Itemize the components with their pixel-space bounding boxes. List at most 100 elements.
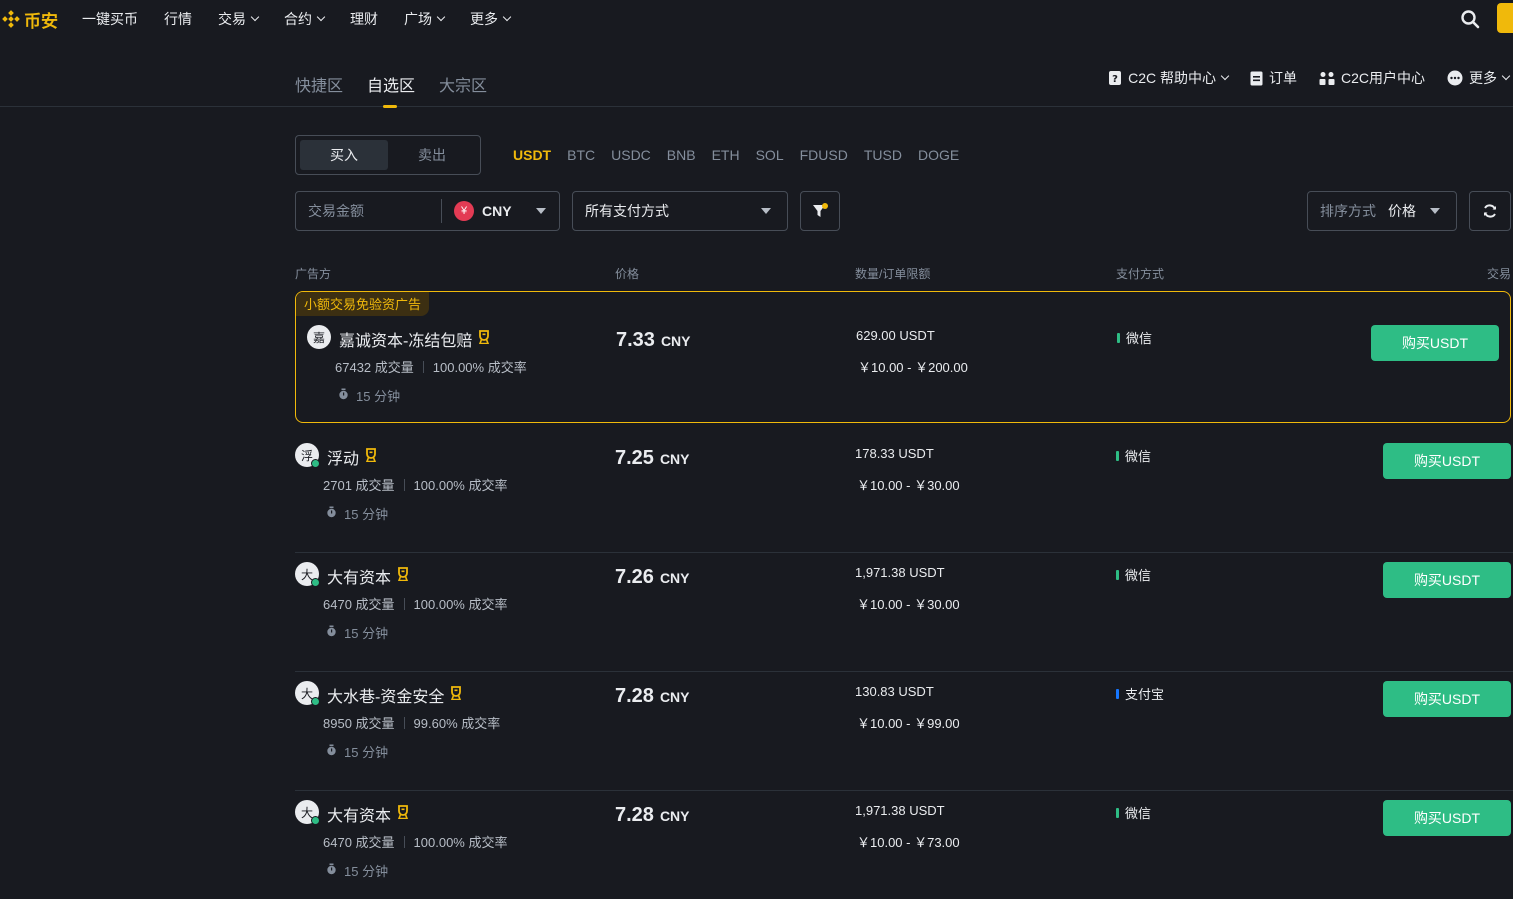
nav-item-1[interactable]: 行情 — [164, 9, 192, 29]
main-nav: 一键买币 行情 交易 合约 理财 广场 更多 — [82, 9, 536, 29]
currency-select[interactable]: ¥ CNY — [454, 201, 546, 221]
price-currency: CNY — [659, 689, 690, 705]
order-count: 67432 成交量 — [335, 360, 414, 375]
avatar[interactable]: 嘉 — [307, 325, 331, 349]
online-status-dot — [311, 816, 320, 825]
coin-tab-usdt[interactable]: USDT — [513, 147, 551, 163]
dropdown-arrow-icon — [535, 208, 546, 214]
search-icon[interactable] — [1460, 9, 1480, 29]
payment-color-bar — [1117, 332, 1120, 343]
refresh-button[interactable] — [1469, 191, 1511, 231]
table-header: 广告方 价格 数量/订单限额 支付方式 交易 — [0, 265, 1513, 281]
merchant-name[interactable]: 嘉诚资本-冻结包赔 — [339, 327, 490, 351]
chevron-down-icon — [436, 12, 446, 22]
zone-tab-2[interactable]: 大宗区 — [439, 72, 487, 96]
payment-method: 微信 — [1116, 446, 1151, 465]
buy-sell-toggle: 买入 卖出 — [295, 135, 481, 175]
payment-method-select[interactable]: 所有支付方式 — [572, 191, 788, 231]
completion-rate: 100.00% 成交率 — [432, 360, 527, 375]
payment-method-name: 微信 — [1125, 449, 1152, 464]
nav-item-4[interactable]: 理财 — [350, 9, 378, 29]
coin-tab-fdusd[interactable]: FDUSD — [800, 147, 848, 163]
price-value: 7.28 — [615, 804, 654, 826]
time-limit-text: 15 分钟 — [344, 507, 389, 522]
merchant-name[interactable]: 浮动 — [327, 445, 377, 469]
header-advertiser: 广告方 — [295, 267, 332, 281]
buy-usdt-button[interactable]: 购买USDT — [1383, 562, 1511, 598]
time-limit-text: 15 分钟 — [344, 745, 389, 760]
refresh-icon — [1484, 204, 1496, 218]
payment-color-bar — [1116, 569, 1119, 580]
payment-method: 支付宝 — [1116, 684, 1164, 703]
coin-tab-bnb[interactable]: BNB — [667, 147, 696, 163]
ad-price: 7.33 CNY — [616, 329, 691, 352]
merchant-name-text[interactable]: 浮动 — [327, 445, 359, 469]
order-icon — [1250, 71, 1263, 85]
avatar[interactable]: 大 — [295, 562, 320, 587]
payment-method: 微信 — [1116, 565, 1151, 584]
order-limit: ￥10.00 - ￥73.00 — [857, 835, 960, 850]
amount-input[interactable] — [296, 192, 441, 230]
ad-price: 7.25 CNY — [615, 447, 690, 470]
filter-button[interactable] — [800, 191, 840, 231]
nav-item-label: 行情 — [164, 11, 192, 27]
merchant-name-text[interactable]: 大有资本 — [327, 564, 391, 588]
merchant-name-text[interactable]: 大有资本 — [327, 802, 391, 826]
online-status-dot — [311, 697, 320, 706]
payment-method-name: 微信 — [1126, 331, 1153, 346]
nav-item-2[interactable]: 交易 — [218, 9, 260, 29]
divider — [441, 199, 442, 223]
buy-usdt-button[interactable]: 购买USDT — [1383, 681, 1511, 717]
coin-tab-usdc[interactable]: USDC — [611, 147, 651, 163]
merchant-name[interactable]: 大有资本 — [327, 564, 409, 588]
help-icon: ? — [1109, 71, 1122, 85]
login-button[interactable] — [1497, 3, 1513, 33]
payment-method-name: 微信 — [1125, 568, 1152, 583]
buy-usdt-button[interactable]: 购买USDT — [1383, 800, 1511, 836]
merchant-name-text[interactable]: 大水巷-资金安全 — [327, 683, 444, 707]
online-status-dot — [311, 459, 320, 468]
nav-item-6[interactable]: 更多 — [470, 9, 512, 29]
sell-tab[interactable]: 卖出 — [388, 140, 476, 170]
help-center-label: C2C 帮助中心 — [1128, 70, 1216, 86]
nav-item-0[interactable]: 一键买币 — [82, 9, 138, 29]
payment-color-bar — [1116, 688, 1119, 699]
ad-row: 浮浮动 2701 成交量 100.00% 成交率 15 分钟 7.25 CNY 178.33… — [295, 434, 1513, 553]
merchant-stats: 67432 成交量 100.00% 成交率 — [335, 357, 527, 376]
sort-select[interactable]: 排序方式 价格 — [1307, 191, 1457, 231]
header-payment: 支付方式 — [1116, 267, 1165, 281]
help-center-link[interactable]: ? C2C 帮助中心 — [1108, 68, 1230, 88]
coin-tab-sol[interactable]: SOL — [756, 147, 784, 163]
timer-icon — [326, 863, 344, 878]
brand-logo[interactable]: 币安 — [0, 0, 58, 38]
brand-name: 币安 — [24, 11, 58, 31]
avatar[interactable]: 大 — [295, 800, 320, 825]
user-center-link[interactable]: C2C用户中心 — [1319, 68, 1425, 88]
avatar[interactable]: 大 — [295, 681, 320, 706]
merchant-name[interactable]: 大有资本 — [327, 802, 409, 826]
zone-tab-0[interactable]: 快捷区 — [295, 72, 343, 96]
payment-color-bar — [1116, 450, 1119, 461]
zone-tab-1[interactable]: 自选区 — [367, 72, 415, 108]
timer-icon — [326, 506, 344, 521]
orders-link[interactable]: 订单 — [1250, 68, 1297, 88]
coin-tab-btc[interactable]: BTC — [567, 147, 595, 163]
nav-item-3[interactable]: 合约 — [284, 9, 326, 29]
buy-usdt-button[interactable]: 购买USDT — [1371, 325, 1499, 361]
buy-tab[interactable]: 买入 — [300, 140, 388, 170]
more-link[interactable]: 更多 — [1447, 68, 1511, 88]
dropdown-arrow-icon — [761, 208, 771, 214]
avatar[interactable]: 浮 — [295, 443, 320, 468]
nav-item-label: 一键买币 — [82, 11, 138, 27]
coin-tab-eth[interactable]: ETH — [712, 147, 740, 163]
price-currency: CNY — [660, 333, 691, 349]
merchant-name-text[interactable]: 嘉诚资本-冻结包赔 — [339, 327, 472, 351]
buy-usdt-button[interactable]: 购买USDT — [1383, 443, 1511, 479]
price-currency: CNY — [659, 570, 690, 586]
merchant-name[interactable]: 大水巷-资金安全 — [327, 683, 462, 707]
ad-row: 大大有资本 6470 成交量 100.00% 成交率 15 分钟 7.26 CNY 1,97… — [295, 553, 1513, 672]
nav-item-5[interactable]: 广场 — [404, 9, 446, 29]
coin-tab-doge[interactable]: DOGE — [918, 147, 959, 163]
coin-tab-tusd[interactable]: TUSD — [864, 147, 902, 163]
order-limit: ￥10.00 - ￥30.00 — [857, 597, 960, 612]
